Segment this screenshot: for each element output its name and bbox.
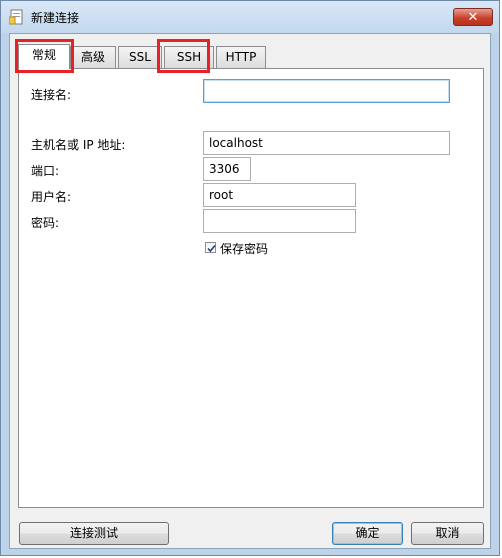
tab-advanced[interactable]: 高级 — [70, 46, 116, 68]
username-label: 用户名: — [31, 190, 72, 204]
tab-http[interactable]: HTTP — [216, 46, 266, 68]
title-bar[interactable]: 新建连接 ✕ — [1, 1, 499, 33]
password-input[interactable] — [203, 209, 356, 233]
tab-ssl[interactable]: SSL — [118, 46, 162, 68]
connection-name-input[interactable] — [203, 79, 450, 103]
username-input[interactable] — [203, 183, 356, 207]
tab-ssh[interactable]: SSH — [164, 46, 214, 68]
save-password-checkbox[interactable] — [205, 242, 216, 253]
tab-general-label: 常规 — [31, 48, 56, 62]
tab-general[interactable]: 常规 — [18, 44, 70, 69]
tab-http-label: HTTP — [225, 50, 257, 64]
app-document-icon — [9, 9, 23, 25]
tab-strip: 常规 高级 SSL SSH HTTP — [18, 44, 484, 69]
save-password-label: 保存密码 — [220, 242, 269, 256]
test-connection-button[interactable]: 连接测试 — [19, 522, 169, 545]
tab-ssl-label: SSL — [129, 50, 151, 64]
dialog-client-area: 常规 高级 SSL SSH HTTP 连接名: 主机名或 IP 地址: 端口: … — [9, 33, 491, 549]
tab-advanced-label: 高级 — [80, 50, 105, 64]
cancel-button[interactable]: 取消 — [411, 522, 484, 545]
tab-ssh-label: SSH — [176, 50, 202, 64]
port-label: 端口: — [31, 164, 60, 178]
close-button[interactable]: ✕ — [453, 8, 493, 26]
window-title: 新建连接 — [31, 11, 80, 25]
ok-button[interactable]: 确定 — [332, 522, 403, 545]
password-label: 密码: — [31, 216, 60, 230]
dialog-window: 新建连接 ✕ 常规 高级 SSL SSH HTTP 连接名: 主机名或 IP 地… — [0, 0, 500, 556]
port-input[interactable] — [203, 157, 251, 181]
close-icon: ✕ — [467, 10, 479, 25]
host-input[interactable] — [203, 131, 450, 155]
connection-name-label: 连接名: — [31, 88, 72, 102]
check-icon — [207, 244, 216, 253]
host-label: 主机名或 IP 地址: — [31, 138, 126, 152]
general-tab-panel: 连接名: 主机名或 IP 地址: 端口: 用户名: 密码: 保存密码 — [18, 68, 484, 508]
